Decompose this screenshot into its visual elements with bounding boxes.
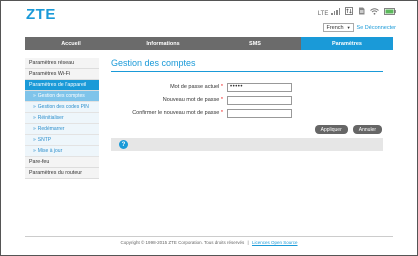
tab-sms[interactable]: SMS <box>209 37 301 50</box>
footer: Copyright © 1998-2015 ZTE Corporation. T… <box>0 240 418 245</box>
current-password-input[interactable]: ••••• <box>227 82 292 92</box>
sidebar-subitem-reset[interactable]: » Réinitialiser <box>25 113 99 124</box>
confirm-password-row: Confirmer le nouveau mot de passe * <box>117 108 292 118</box>
tab-parametres[interactable]: Paramètres <box>301 37 393 50</box>
sim-icon <box>358 7 365 17</box>
new-password-row: Nouveau mot de passe * <box>117 95 292 105</box>
wifi-icon <box>370 7 379 17</box>
language-select[interactable]: French ▼ <box>323 23 354 32</box>
form-actions: Appliquer Annuler <box>314 125 382 134</box>
sidebar-item-network[interactable]: Paramètres réseau <box>25 58 99 69</box>
new-password-input[interactable] <box>227 95 292 105</box>
top-bar: French ▼ Se Déconnecter <box>323 23 396 32</box>
status-bar: LTE <box>318 7 396 17</box>
sidebar-subitem-sntp[interactable]: » SNTP <box>25 135 99 146</box>
sidebar-subitem-update[interactable]: » Mise à jour <box>25 146 99 157</box>
logout-link[interactable]: Se Déconnecter <box>357 25 396 31</box>
content-panel: Gestion des comptes <box>111 58 383 72</box>
sidebar-item-wifi[interactable]: Paramètres Wi-Fi <box>25 69 99 80</box>
data-transfer-icon <box>345 7 353 17</box>
battery-icon <box>384 7 396 17</box>
current-password-row: Mot de passe actuel * ••••• <box>117 82 292 92</box>
chevron-down-icon: ▼ <box>346 25 351 30</box>
confirm-password-label: Confirmer le nouveau mot de passe * <box>132 110 223 116</box>
sidebar-subitem-pin[interactable]: » Gestion des codes PIN <box>25 102 99 113</box>
footer-divider <box>25 236 393 237</box>
help-bar: ? <box>111 138 383 151</box>
zte-logo: ZTE <box>26 6 56 23</box>
confirm-password-input[interactable] <box>227 108 292 118</box>
sidebar-item-firewall[interactable]: Pare-feu <box>25 157 99 168</box>
sidebar-subitem-restart[interactable]: » Redémarrer <box>25 124 99 135</box>
license-link[interactable]: Licences Open Source <box>252 240 298 245</box>
current-password-label: Mot de passe actuel * <box>170 84 223 90</box>
sidebar-subitem-accounts[interactable]: » Gestion des comptes <box>25 91 99 102</box>
network-type: LTE <box>318 7 340 17</box>
cancel-button[interactable]: Annuler <box>352 125 382 134</box>
tab-accueil[interactable]: Accueil <box>25 37 117 50</box>
sidebar-item-device[interactable]: Paramètres de l'appareil <box>25 80 99 91</box>
sidebar: Paramètres réseau Paramètres Wi-Fi Param… <box>25 58 99 179</box>
signal-icon <box>331 7 340 15</box>
footer-separator: | <box>247 240 249 245</box>
sidebar-item-router[interactable]: Paramètres du routeur <box>25 168 99 179</box>
main-nav: Accueil Informations SMS Paramètres <box>25 37 393 50</box>
new-password-label: Nouveau mot de passe * <box>162 97 223 103</box>
apply-button[interactable]: Appliquer <box>314 125 348 134</box>
tab-informations[interactable]: Informations <box>117 37 209 50</box>
help-icon[interactable]: ? <box>119 140 128 149</box>
copyright-text: Copyright © 1998-2015 ZTE Corporation. T… <box>120 240 245 245</box>
page-title: Gestion des comptes <box>111 58 383 72</box>
